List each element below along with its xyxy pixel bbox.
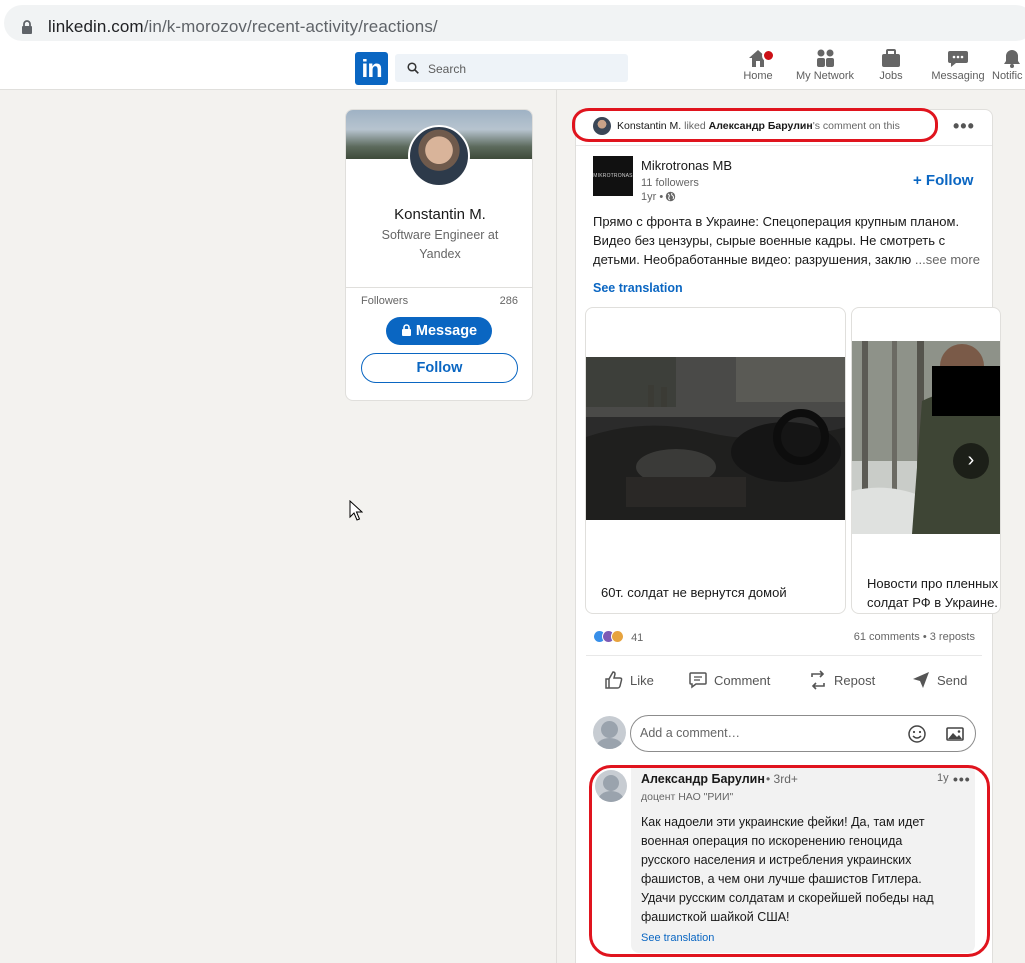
mouse-cursor-icon	[349, 500, 363, 521]
comment-icon	[689, 672, 707, 689]
lock-icon	[22, 20, 32, 34]
company-followers: 11 followers	[641, 177, 699, 189]
add-comment-placeholder: Add a comment…	[640, 726, 741, 740]
nav-messaging[interactable]: Messaging	[929, 48, 987, 82]
linkedin-logo[interactable]: in	[355, 52, 388, 85]
briefcase-icon	[882, 49, 900, 67]
nav-home[interactable]: Home	[740, 48, 776, 82]
like-label: Like	[630, 673, 654, 688]
follow-button[interactable]: Follow	[361, 353, 518, 383]
nav-my-network[interactable]: My Network	[792, 48, 858, 82]
highlight-annotation	[572, 108, 938, 142]
censor-block	[932, 366, 1000, 416]
url-field[interactable]: linkedin.com/in/k-morozov/recent-activit…	[4, 5, 1025, 41]
search-input[interactable]: Search	[395, 54, 628, 82]
see-translation-link[interactable]: See translation	[593, 281, 683, 295]
add-comment-input[interactable]: Add a comment…	[630, 715, 976, 752]
highlight-annotation	[589, 765, 990, 957]
divider	[346, 287, 532, 288]
carousel-card[interactable]: 60т. солдат не вернутся домой	[585, 307, 846, 614]
image-icon[interactable]	[945, 724, 965, 744]
send-icon	[913, 672, 929, 688]
repost-label: Repost	[834, 673, 876, 688]
repost-button[interactable]: Repost	[808, 670, 875, 692]
profile-card: Konstantin M. Software Engineer at Yande…	[345, 109, 533, 401]
linkedin-nav-bar: in Search Home My Network Jobs Messaging…	[0, 46, 1025, 90]
post-time-text: 1yr •	[641, 191, 664, 203]
send-label: Send	[937, 673, 968, 688]
comment-label: Comment	[714, 673, 771, 688]
insightful-reaction-icon	[611, 630, 624, 643]
follow-company-button[interactable]: + Follow	[913, 172, 973, 189]
divider	[576, 145, 992, 146]
message-button[interactable]: Message	[386, 317, 492, 345]
post-timestamp: 1yr •	[641, 191, 676, 203]
bell-icon	[1004, 50, 1020, 68]
nav-notifications-label: Notific	[992, 70, 1023, 82]
reactions-count: 41	[631, 632, 644, 644]
globe-icon	[666, 191, 676, 202]
carousel-next-button[interactable]: ›	[953, 443, 989, 479]
carousel-caption: 60т. солдат не вернутся домой	[601, 585, 787, 600]
post-body-text: Прямо с фронта в Украине: Спецоперация к…	[593, 212, 983, 269]
reactions-summary[interactable]: 41	[593, 630, 643, 645]
like-icon	[605, 671, 623, 689]
network-icon	[817, 49, 834, 67]
company-name[interactable]: Mikrotronas MB	[641, 158, 732, 173]
comments-reposts-count[interactable]: 61 comments • 3 reposts	[854, 631, 975, 643]
url-text: linkedin.com/in/k-morozov/recent-activit…	[48, 17, 438, 36]
post-text-line-content: детьми. Необработанные видео: разрушения…	[593, 252, 912, 267]
notification-badge	[762, 49, 775, 62]
messaging-icon	[948, 51, 968, 67]
followers-label: Followers	[361, 295, 409, 307]
nav-messaging-label: Messaging	[931, 70, 985, 82]
post-options-icon[interactable]: •••	[953, 117, 975, 135]
post-text-line: Видео без цензуры, сырые военные кадры. …	[593, 233, 946, 248]
post-text-line: Прямо с фронта в Украине: Спецоперация к…	[593, 214, 960, 229]
message-button-label: Message	[415, 323, 478, 339]
profile-avatar[interactable]	[408, 125, 470, 187]
company-logo[interactable]: MIKROTRONAS MB	[593, 156, 633, 196]
nav-my-network-label: My Network	[795, 70, 855, 82]
emoji-icon[interactable]	[907, 724, 927, 744]
nav-jobs[interactable]: Jobs	[874, 48, 908, 82]
lock-icon	[401, 324, 411, 336]
profile-name[interactable]: Konstantin M.	[346, 206, 532, 223]
current-user-avatar	[593, 716, 626, 749]
war-debris-photo	[586, 357, 845, 520]
divider	[586, 655, 982, 656]
carousel-caption: Новости про пленных солдат РФ в Украине.	[867, 576, 999, 610]
nav-home-label: Home	[743, 70, 773, 82]
like-button[interactable]: Like	[604, 670, 654, 692]
search-icon	[407, 62, 419, 74]
comment-button[interactable]: Comment	[688, 670, 770, 692]
profile-headline: Software Engineer at Yandex	[381, 228, 499, 261]
browser-address-bar: linkedin.com/in/k-morozov/recent-activit…	[0, 0, 1025, 46]
followers-count: 286	[499, 295, 518, 307]
post-text-line: детьми. Необработанные видео: разрушения…	[593, 250, 983, 269]
search-placeholder: Search	[428, 62, 467, 76]
repost-icon	[811, 670, 825, 690]
send-button[interactable]: Send	[911, 670, 967, 692]
see-more-link[interactable]: ...see more	[915, 252, 980, 267]
nav-notifications[interactable]: Notific	[992, 48, 1025, 82]
nav-jobs-label: Jobs	[879, 70, 903, 82]
